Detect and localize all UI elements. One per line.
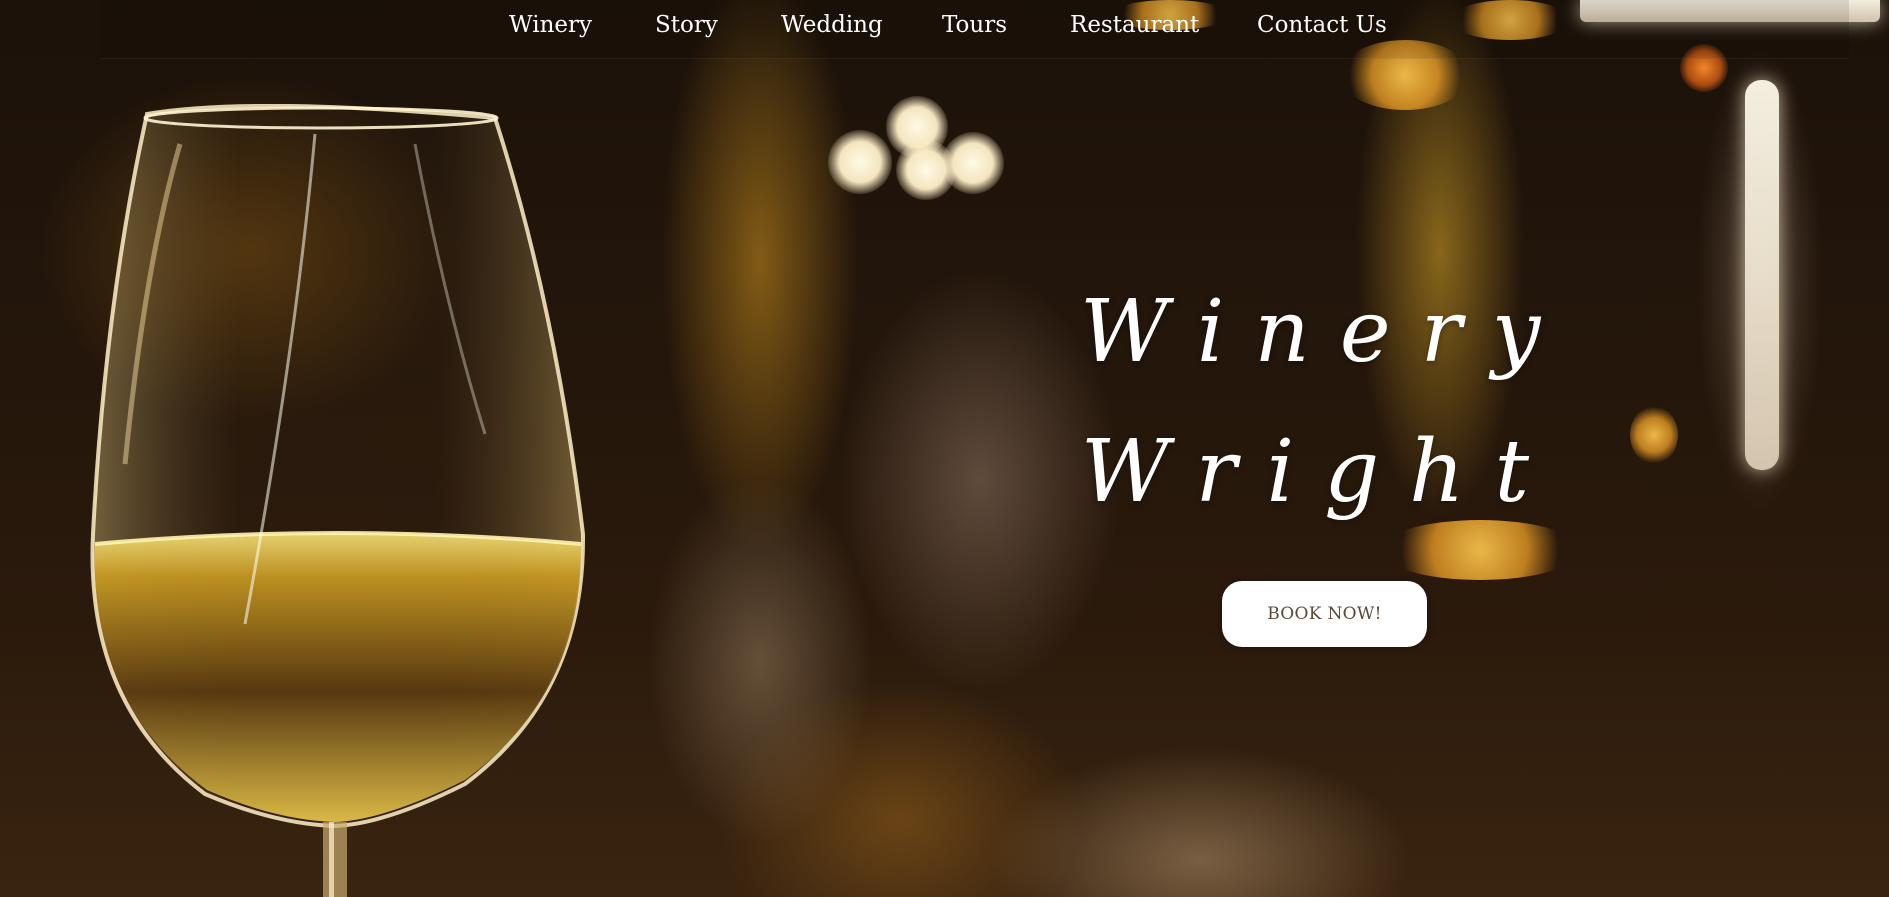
wine-glass-image <box>90 104 586 897</box>
nav-item-winery[interactable]: Winery <box>509 12 592 38</box>
top-nav: Winery Story Wedding Tours Restaurant Co… <box>100 0 1849 59</box>
hero-title: Winery Wright <box>1080 262 1560 542</box>
hero-title-line-2: Wright <box>1080 422 1560 522</box>
hero-section: Winery Story Wedding Tours Restaurant Co… <box>0 0 1889 897</box>
nav-item-wedding[interactable]: Wedding <box>781 12 883 38</box>
nav-item-story[interactable]: Story <box>655 12 718 38</box>
hero-title-line-1: Winery <box>1080 282 1571 382</box>
nav-item-contact-us[interactable]: Contact Us <box>1257 12 1387 38</box>
book-now-button[interactable]: BOOK NOW! <box>1222 581 1427 647</box>
nav-item-restaurant[interactable]: Restaurant <box>1070 12 1199 38</box>
nav-item-tours[interactable]: Tours <box>942 12 1007 38</box>
